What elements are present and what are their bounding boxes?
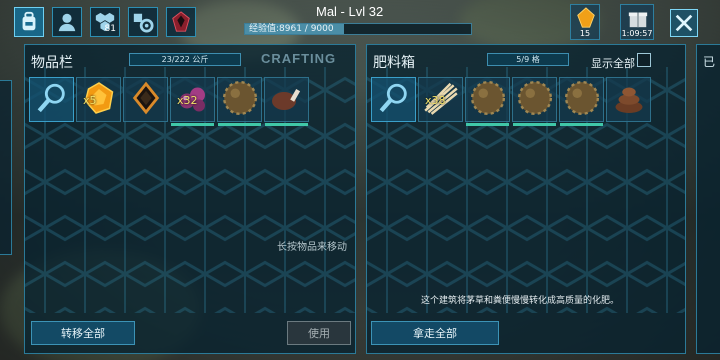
feces-icon bbox=[611, 80, 647, 120]
inventory-panel: 物品栏 23/222 公斤 CRAFTING x5 x32 长按物品来移动 转移全… bbox=[24, 44, 356, 354]
compost-item-slot[interactable] bbox=[465, 77, 510, 126]
player-level-title: Mal - Lvl 32 bbox=[316, 4, 384, 19]
fertilizer-icon bbox=[516, 79, 554, 121]
weight-capacity: 23/222 公斤 bbox=[129, 53, 241, 66]
engrams-tab-button[interactable]: 81 bbox=[90, 7, 120, 37]
item-quantity: x32 bbox=[177, 94, 198, 107]
crafting-tab[interactable]: CRAFTING bbox=[261, 51, 336, 66]
gem-count: 15 bbox=[579, 29, 591, 38]
weight-capacity-text: 23/222 公斤 bbox=[161, 55, 209, 64]
tribe-tab-button[interactable] bbox=[128, 7, 158, 37]
compost-slots: x38 bbox=[371, 77, 651, 126]
search-icon bbox=[377, 81, 411, 119]
inventory-item-slot[interactable] bbox=[217, 77, 262, 126]
specimen-implant-icon bbox=[129, 81, 163, 119]
tek-tab-button[interactable] bbox=[166, 7, 196, 37]
character-tab-button[interactable] bbox=[52, 7, 82, 37]
durability-bar bbox=[560, 123, 603, 126]
side-panel-glyph: 已 bbox=[703, 55, 716, 69]
compost-item-slot[interactable] bbox=[559, 77, 604, 126]
inventory-tab-button[interactable] bbox=[14, 7, 44, 37]
item-quantity: x38 bbox=[425, 94, 446, 107]
inventory-slots: x5 x32 bbox=[29, 77, 309, 126]
compost-item-slot[interactable]: x38 bbox=[418, 77, 463, 122]
fertilizer-icon bbox=[469, 79, 507, 121]
compost-search-button[interactable] bbox=[371, 77, 416, 122]
show-all-label: 显示全部 bbox=[591, 57, 635, 70]
search-icon bbox=[35, 81, 69, 119]
experience-bar: 经验值:8961 / 9000 bbox=[244, 23, 472, 35]
slot-capacity: 5/9 格 bbox=[487, 53, 569, 66]
side-panel: 已 bbox=[696, 44, 720, 354]
inventory-item-slot[interactable] bbox=[123, 77, 168, 122]
show-all-checkbox[interactable] bbox=[637, 53, 651, 67]
durability-bar bbox=[218, 123, 261, 126]
element-currency-display[interactable]: 15 bbox=[570, 4, 600, 40]
tribe-gear-icon bbox=[133, 13, 154, 33]
engram-points-badge: 81 bbox=[104, 24, 116, 34]
take-all-button[interactable]: 拿走全部 bbox=[371, 321, 499, 345]
close-icon bbox=[675, 14, 693, 32]
inventory-item-slot[interactable]: x5 bbox=[76, 77, 121, 122]
slot-capacity-text: 5/9 格 bbox=[516, 55, 540, 64]
fertilizer-icon bbox=[563, 79, 601, 121]
use-button[interactable]: 使用 bbox=[287, 321, 351, 345]
fertilizer-icon bbox=[221, 79, 259, 121]
gift-box-icon bbox=[628, 12, 648, 28]
compost-description: 这个建筑将茅草和粪便慢慢转化成高质量的化肥。 bbox=[420, 296, 619, 306]
amber-gem-icon bbox=[577, 7, 595, 28]
close-button[interactable] bbox=[670, 9, 698, 37]
backpack-icon bbox=[22, 11, 36, 31]
compost-item-slot[interactable] bbox=[606, 77, 651, 122]
compost-bin-panel: 肥料箱 5/9 格 显示全部 x38 这个建筑将茅草和粪便慢慢转化成高质量的化肥… bbox=[366, 44, 686, 354]
meat-icon bbox=[269, 80, 305, 120]
durability-bar bbox=[513, 123, 556, 126]
durability-bar bbox=[171, 123, 214, 126]
durability-bar bbox=[265, 123, 308, 126]
tek-crystal-icon bbox=[172, 11, 190, 32]
durability-bar bbox=[466, 123, 509, 126]
move-hint: 长按物品来移动 bbox=[277, 242, 347, 253]
person-icon bbox=[58, 13, 76, 32]
item-quantity: x5 bbox=[83, 94, 97, 107]
experience-text: 经验值:8961 / 9000 bbox=[249, 24, 334, 34]
compost-item-slot[interactable] bbox=[512, 77, 557, 126]
daily-gift-display[interactable]: 1:09:57 bbox=[620, 4, 654, 40]
inventory-search-button[interactable] bbox=[29, 77, 74, 122]
inventory-title: 物品栏 bbox=[31, 55, 73, 71]
left-edge-panel bbox=[0, 80, 12, 255]
gift-timer: 1:09:57 bbox=[621, 29, 653, 38]
compost-bin-title: 肥料箱 bbox=[373, 55, 415, 71]
inventory-item-slot[interactable]: x32 bbox=[170, 77, 215, 126]
inventory-item-slot[interactable] bbox=[264, 77, 309, 126]
transfer-all-button[interactable]: 转移全部 bbox=[31, 321, 135, 345]
